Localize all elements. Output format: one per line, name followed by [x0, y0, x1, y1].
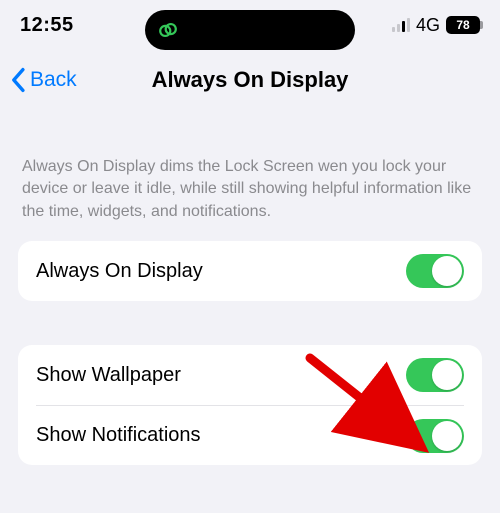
battery-level: 78: [456, 18, 469, 32]
toggle-always-on-display[interactable]: [406, 254, 464, 288]
row-label: Show Wallpaper: [36, 364, 406, 387]
page-title: Always On Display: [152, 67, 349, 93]
toggle-show-wallpaper[interactable]: [406, 358, 464, 392]
battery-icon: 78: [446, 16, 480, 34]
status-right: 4G 78: [392, 15, 480, 36]
row-label: Always On Display: [36, 260, 406, 283]
group-options: Show Wallpaper Show Notifications: [18, 345, 482, 465]
toggle-show-notifications[interactable]: [406, 419, 464, 453]
row-show-notifications[interactable]: Show Notifications: [36, 405, 464, 465]
row-always-on-display[interactable]: Always On Display: [18, 241, 482, 301]
back-button[interactable]: Back: [10, 67, 77, 93]
group-main: Always On Display: [18, 241, 482, 301]
network-label: 4G: [416, 15, 440, 36]
row-label: Show Notifications: [36, 424, 406, 447]
chevron-left-icon: [10, 67, 28, 93]
signal-icon: [392, 18, 410, 32]
back-label: Back: [30, 68, 77, 92]
dynamic-island: [145, 10, 355, 50]
nav-bar: Back Always On Display: [0, 50, 500, 110]
section-description: Always On Display dims the Lock Screen w…: [18, 156, 482, 223]
status-time: 12:55: [20, 14, 74, 37]
row-show-wallpaper[interactable]: Show Wallpaper: [18, 345, 482, 405]
status-bar: 12:55 4G 78: [0, 0, 500, 50]
link-icon: [157, 19, 179, 41]
